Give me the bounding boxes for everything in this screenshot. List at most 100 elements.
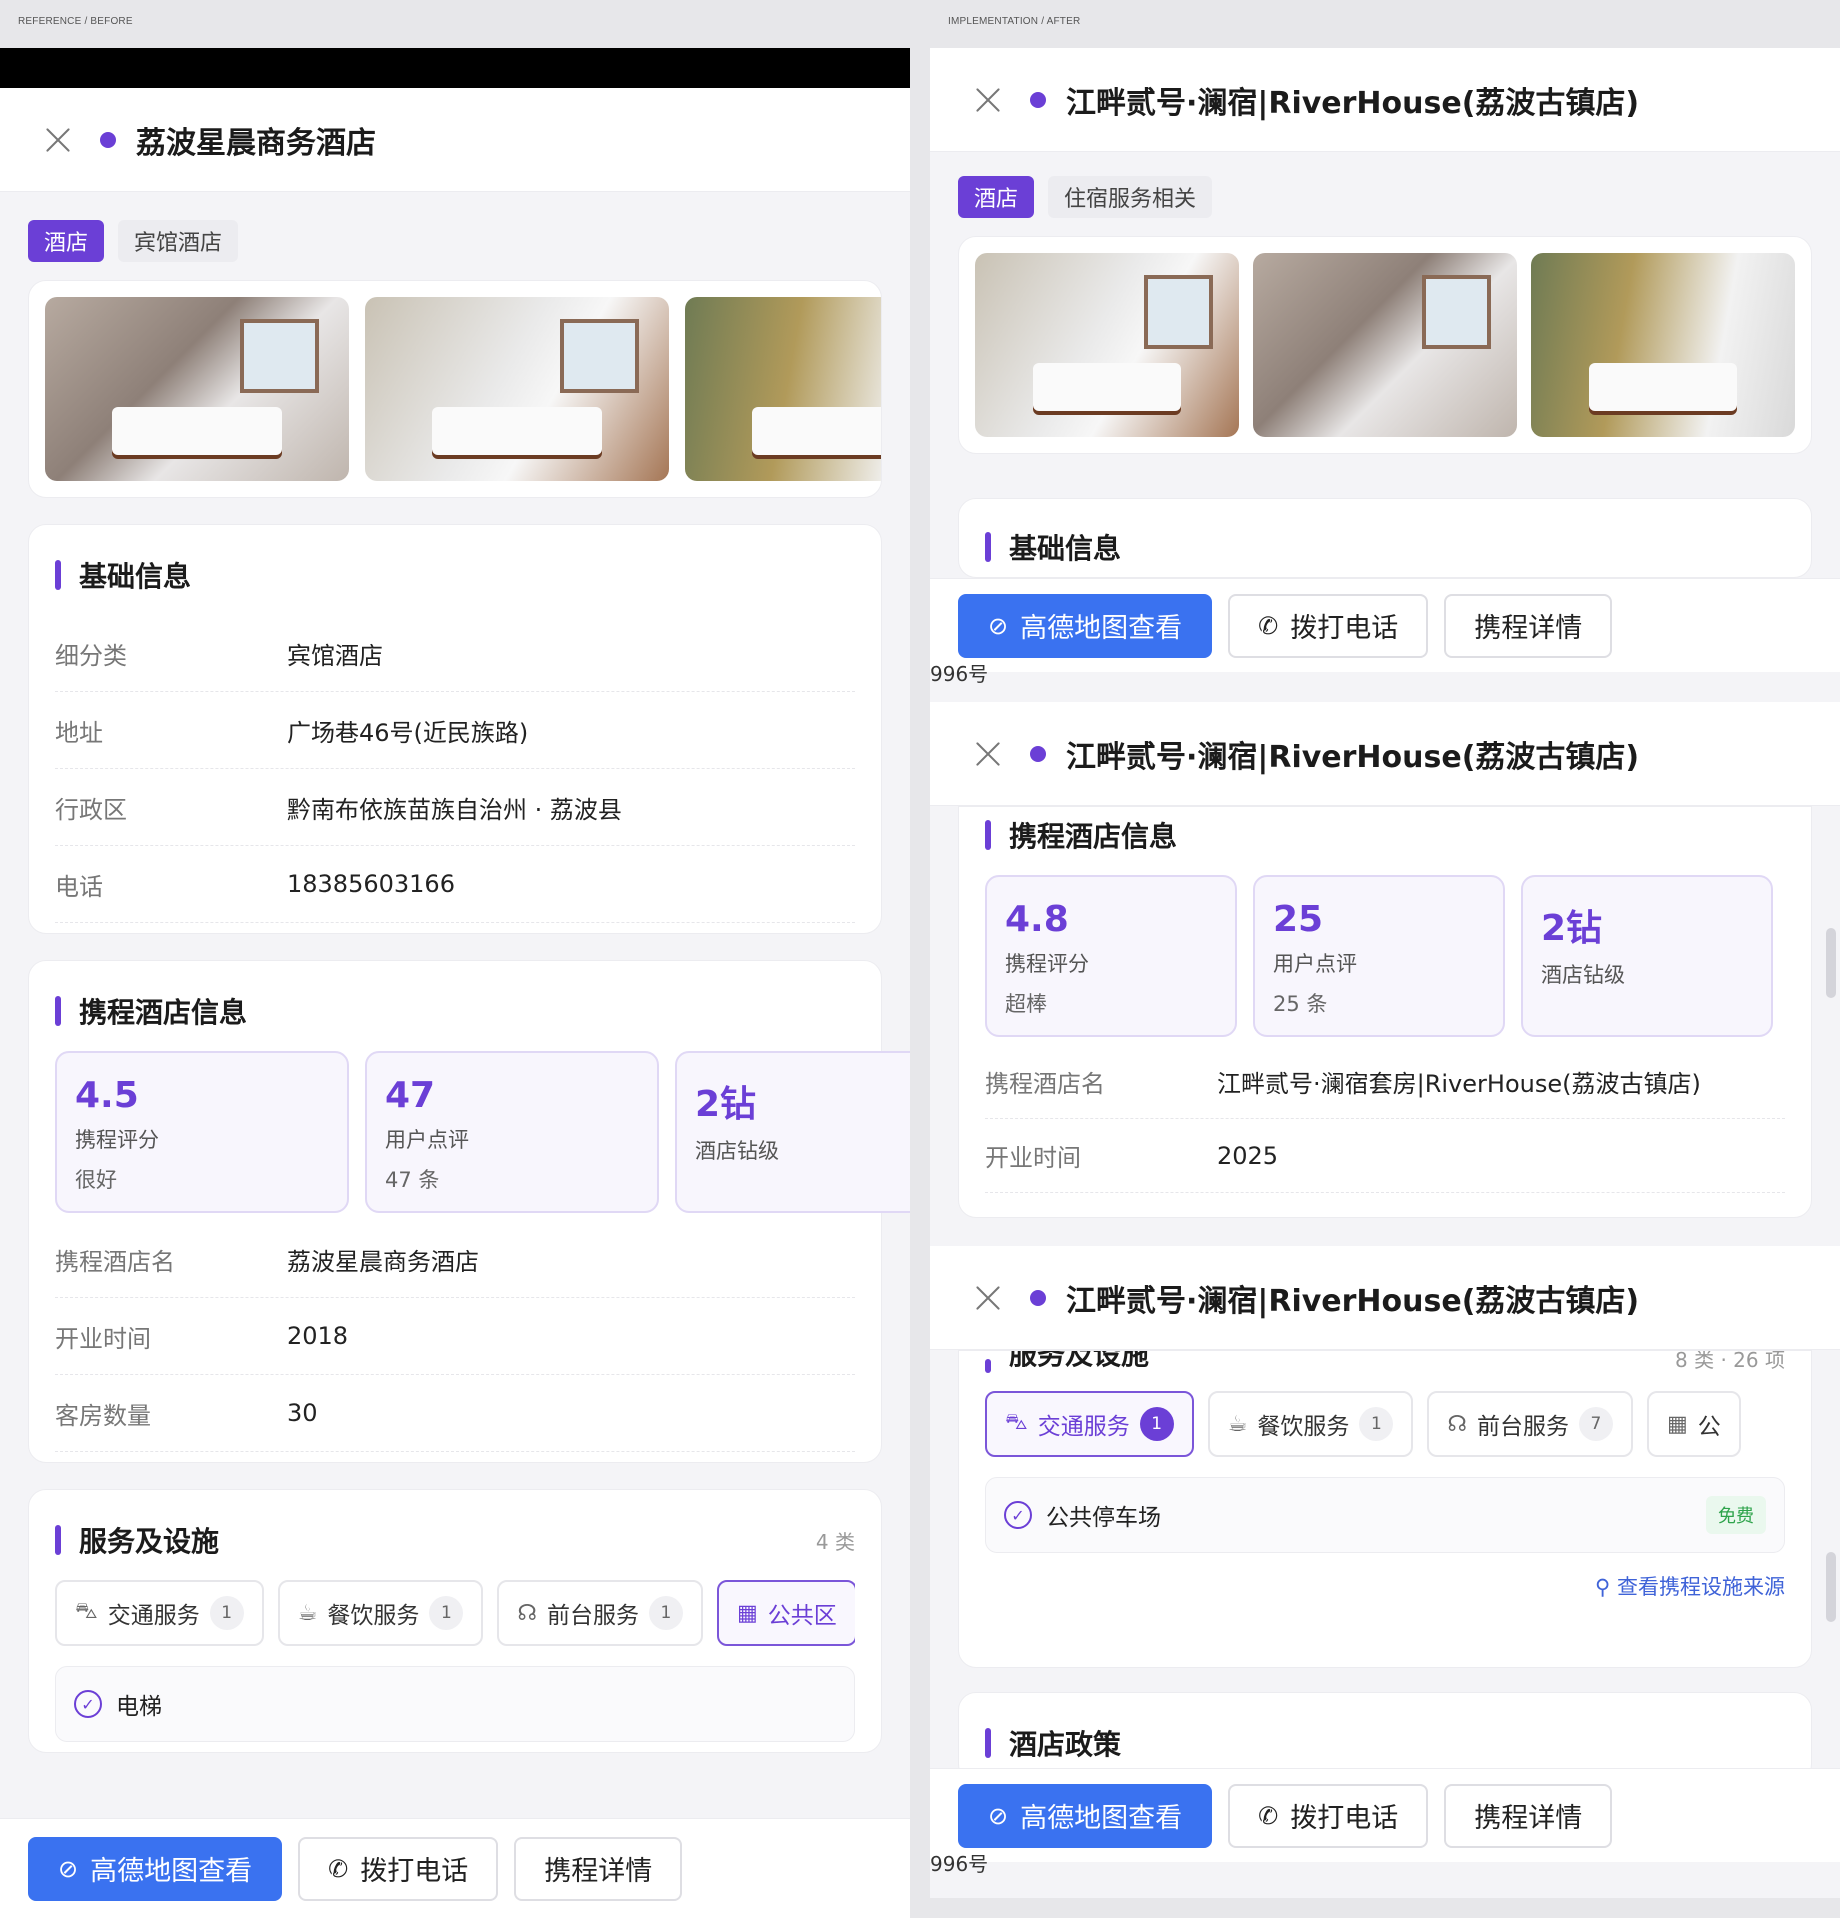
poi-dot-icon <box>1030 745 1046 762</box>
scrollbar[interactable] <box>1826 1552 1836 1622</box>
tab-transport[interactable]: ⛍ 交通服务 1 <box>55 1580 264 1646</box>
hotel-photo[interactable] <box>975 253 1239 437</box>
cup-icon: ☕ <box>297 1600 318 1626</box>
section-title: 基础信息 <box>55 555 855 595</box>
service-count: 8 类 · 26 项 <box>1675 1351 1785 1372</box>
services-card: 服务及设施 4 类 ⛍ 交通服务 1 ☕ 餐饮服务 1 ☊ 前台服务 1 ▦ 公共区 ✓ 电梯 <box>28 1489 882 1753</box>
phone-row[interactable]: 电话 18385603166 <box>55 846 855 923</box>
service-tabs: ⛍ 交通服务 1 ☕ 餐饮服务 1 ☊ 前台服务 1 ▦ 公共区 <box>55 1580 855 1646</box>
section-title: 酒店政策 <box>985 1723 1785 1763</box>
map-button[interactable]: ⊘ 高德地图查看 <box>958 593 1213 658</box>
action-bar: ⊘ 高德地图查看 ✆ 拨打电话 携程详情 <box>930 1768 1840 1862</box>
basic-info-card: 基础信息 细分类 宾馆酒店 地址 广场巷46号(近民族路) 行政区 黔南布依族苗族自治… <box>28 524 882 934</box>
info-row: 地址 广场巷46号(近民族路) <box>55 692 855 769</box>
tag-primary: 酒店 <box>28 220 105 262</box>
section-title: 携程酒店信息 <box>55 991 855 1031</box>
info-row: 客房数量 30 <box>55 1375 855 1452</box>
review-stat: 25 用户点评 25 条 <box>1253 875 1505 1037</box>
stat-cards: 4.5 携程评分 很好 47 用户点评 47 条 2钻 酒店钻级 <box>55 1051 910 1213</box>
close-icon[interactable] <box>44 126 72 154</box>
after-label: IMPLEMENTATION / AFTER <box>948 16 1081 27</box>
compass-icon: ⊘ <box>58 1854 79 1883</box>
before-label: REFERENCE / BEFORE <box>18 16 133 27</box>
diamond-stat: 2钻 酒店钻级 <box>1521 875 1773 1037</box>
rating-stat: 4.8 携程评分 超棒 <box>985 875 1237 1037</box>
section-title: 携程酒店信息 <box>985 815 1785 855</box>
close-icon[interactable] <box>974 1284 1002 1312</box>
hotel-photo[interactable] <box>365 297 669 481</box>
poi-dot-icon <box>100 131 116 148</box>
compass-icon: ⊘ <box>988 1801 1009 1830</box>
photo-gallery[interactable] <box>28 280 882 498</box>
bus-icon: ⛍ <box>1005 1410 1028 1435</box>
ctrip-info-card: 携程酒店信息 4.8 携程评分 超棒 25 用户点评 25 条 2钻 酒店钻级 … <box>958 806 1812 1218</box>
section-title: 服务及设施 8 类 · 26 项 <box>985 1351 1785 1373</box>
rating-stat: 4.5 携程评分 很好 <box>55 1051 349 1213</box>
tab-transport[interactable]: ⛍ 交通服务 1 <box>985 1391 1194 1457</box>
ctrip-source-link[interactable]: ⚲ 查看携程设施来源 <box>985 1553 1785 1609</box>
basic-info-card: 基础信息 <box>958 498 1812 578</box>
close-icon[interactable] <box>974 740 1002 768</box>
headset-icon: ☊ <box>517 1600 537 1626</box>
phone-icon: ✆ <box>328 1854 349 1883</box>
ctrip-detail-button[interactable]: 携程详情 <box>514 1836 683 1901</box>
detail-header: 江畔贰号·澜宿|RiverHouse(荔波古镇店) <box>930 1246 1840 1350</box>
hotel-photo[interactable] <box>1531 253 1795 437</box>
tag-secondary: 宾馆酒店 <box>118 220 239 262</box>
category-tags: 酒店 住宿服务相关 <box>930 152 1840 218</box>
map-button[interactable]: ⊘ 高德地图查看 <box>28 1836 283 1901</box>
service-tabs: ⛍ 交通服务 1 ☕ 餐饮服务 1 ☊ 前台服务 7 ▦ 公 <box>985 1391 1785 1457</box>
info-row: 行政区 黔南布依族苗族自治州 · 荔波县 <box>55 769 855 846</box>
info-row: 开业时间 2025 <box>985 1119 1785 1193</box>
info-row: 开业时间 2018 <box>55 1298 855 1375</box>
call-button[interactable]: ✆ 拨打电话 <box>298 1836 499 1901</box>
grid-icon: ▦ <box>736 1600 758 1626</box>
close-icon[interactable] <box>974 86 1002 114</box>
info-row: 细分类 宾馆酒店 <box>55 615 855 692</box>
tab-front-desk[interactable]: ☊ 前台服务 7 <box>1427 1391 1633 1457</box>
hotel-photo[interactable] <box>685 297 881 481</box>
services-card: 服务及设施 8 类 · 26 项 ⛍ 交通服务 1 ☕ 餐饮服务 1 ☊ 前台服务 7 ▦ 公… <box>958 1350 1812 1668</box>
info-row: 携程酒店名 江畔贰号·澜宿套房|RiverHouse(荔波古镇店) <box>985 1045 1785 1119</box>
grid-icon: ▦ <box>1666 1411 1688 1437</box>
status-bar <box>0 48 910 88</box>
tab-dining[interactable]: ☕ 餐饮服务 1 <box>277 1580 484 1646</box>
page-title: 荔波星晨商务酒店 <box>136 125 376 161</box>
detail-header: 江畔贰号·澜宿|RiverHouse(荔波古镇店) <box>930 702 1840 806</box>
call-button[interactable]: ✆ 拨打电话 <box>1228 1783 1429 1848</box>
service-count: 4 类 <box>815 1529 855 1554</box>
review-stat: 47 用户点评 47 条 <box>365 1051 659 1213</box>
ctrip-detail-button[interactable]: 携程详情 <box>1444 1783 1613 1848</box>
poi-dot-icon <box>1030 91 1046 108</box>
ctrip-info-card: 携程酒店信息 4.5 携程评分 很好 47 用户点评 47 条 2钻 酒店钻级 … <box>28 960 910 1463</box>
address-peek: 996号 <box>930 662 989 686</box>
page-title: 江畔贰号·澜宿|RiverHouse(荔波古镇店) <box>1066 85 1640 121</box>
compass-icon: ⊘ <box>988 611 1009 640</box>
hotel-photo[interactable] <box>45 297 349 481</box>
before-panel: 荔波星晨商务酒店 酒店 宾馆酒店 基础信息 细分类 宾馆酒店 地址 广场巷46号(近… <box>0 48 910 1918</box>
scrollbar[interactable] <box>1826 928 1836 998</box>
tab-front-desk[interactable]: ☊ 前台服务 1 <box>497 1580 703 1646</box>
tab-dining[interactable]: ☕ 餐饮服务 1 <box>1207 1391 1414 1457</box>
info-row: 携程酒店名 荔波星晨商务酒店 <box>55 1221 855 1298</box>
bus-icon: ⛍ <box>75 1599 98 1624</box>
call-button[interactable]: ✆ 拨打电话 <box>1228 593 1429 658</box>
detail-header: 江畔贰号·澜宿|RiverHouse(荔波古镇店) <box>930 48 1840 152</box>
phone-icon: ✆ <box>1258 611 1279 640</box>
check-icon: ✓ <box>74 1690 102 1718</box>
check-icon: ✓ <box>1004 1501 1032 1529</box>
action-bar: ⊘ 高德地图查看 ✆ 拨打电话 携程详情 <box>930 578 1840 672</box>
after-panel: 江畔贰号·澜宿|RiverHouse(荔波古镇店) 酒店 住宿服务相关 基础信息… <box>930 48 1840 1898</box>
cup-icon: ☕ <box>1227 1411 1248 1437</box>
photo-gallery[interactable] <box>958 236 1812 454</box>
section-title: 服务及设施 4 类 <box>55 1520 855 1560</box>
tab-public-area[interactable]: ▦ 公共区 <box>716 1580 855 1646</box>
page-title: 江畔贰号·澜宿|RiverHouse(荔波古镇店) <box>1066 739 1640 775</box>
ctrip-detail-button[interactable]: 携程详情 <box>1444 593 1613 658</box>
page-title: 江畔贰号·澜宿|RiverHouse(荔波古镇店) <box>1066 1283 1640 1319</box>
map-button[interactable]: ⊘ 高德地图查看 <box>958 1783 1213 1848</box>
facility-item: ✓ 电梯 <box>55 1666 855 1742</box>
section-title: 基础信息 <box>985 527 1785 567</box>
hotel-photo[interactable] <box>1253 253 1517 437</box>
tab-public-area[interactable]: ▦ 公 <box>1646 1391 1741 1457</box>
